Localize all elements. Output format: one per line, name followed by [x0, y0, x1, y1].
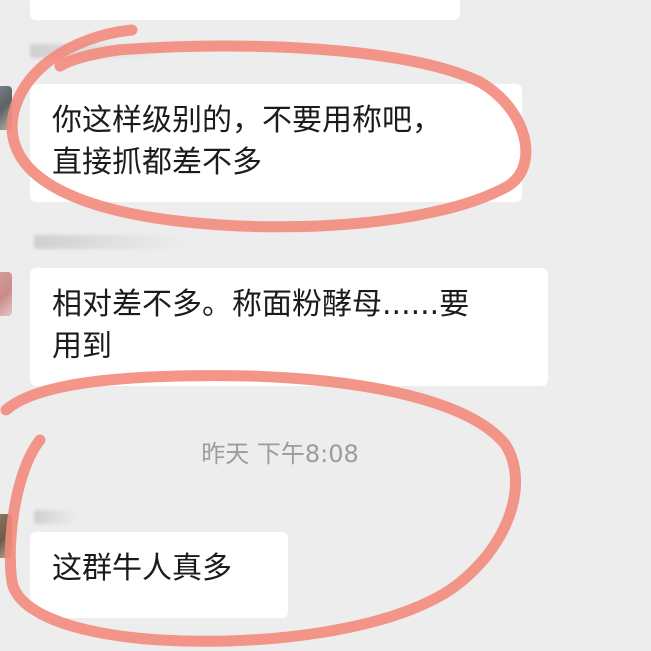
message-bubble-partial[interactable]: [30, 0, 460, 20]
avatar[interactable]: [0, 514, 12, 558]
sender-name-blurred: [34, 510, 78, 524]
message-text-line: 直接抓都差不多: [52, 145, 262, 180]
message-text-line: 用到: [52, 329, 112, 364]
avatar[interactable]: [0, 272, 12, 316]
chat-thread: 你这样级别的，不要用称吧， 直接抓都差不多 相对差不多。称面粉酵母......要…: [0, 0, 651, 651]
timestamp: 昨天 下午8:08: [201, 440, 359, 468]
avatar[interactable]: [0, 86, 12, 130]
message-text-line: 相对差不多。称面粉酵母......要: [52, 287, 470, 322]
sender-name-blurred: [30, 44, 160, 58]
sender-name-blurred: [34, 235, 184, 249]
message-bubble-1[interactable]: 你这样级别的，不要用称吧， 直接抓都差不多: [30, 84, 522, 202]
message-bubble-2[interactable]: 相对差不多。称面粉酵母......要 用到: [30, 268, 548, 386]
message-bubble-3[interactable]: 这群牛人真多: [30, 532, 288, 618]
message-text-line: 你这样级别的，不要用称吧，: [52, 103, 442, 138]
message-text-line: 这群牛人真多: [52, 551, 232, 586]
